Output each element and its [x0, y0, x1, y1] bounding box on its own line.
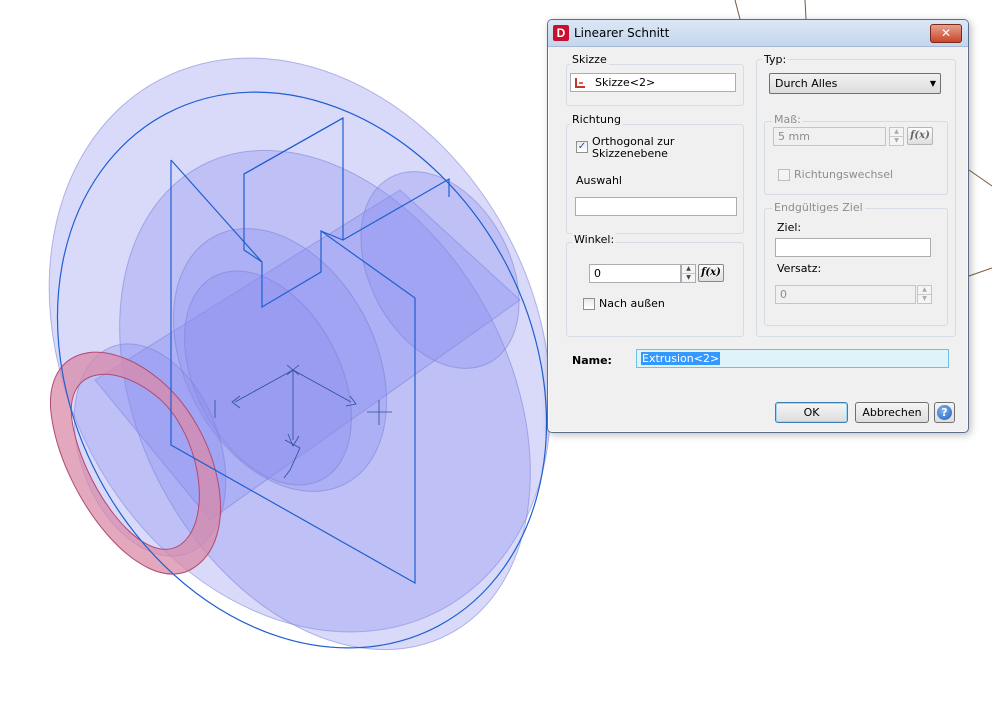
- nach-aussen-checkbox[interactable]: [583, 298, 595, 310]
- winkel-label: Winkel:: [572, 233, 617, 246]
- versatz-field[interactable]: 0: [775, 285, 916, 304]
- mass-label: Maß:: [772, 113, 803, 126]
- app-logo-icon: D: [553, 25, 569, 41]
- name-field[interactable]: Extrusion<2>: [636, 349, 949, 368]
- versatz-spinner[interactable]: ▲ ▼: [917, 285, 932, 304]
- typ-selected: Durch Alles: [775, 77, 838, 90]
- chevron-down-icon: ▼: [929, 79, 936, 88]
- versatz-label: Versatz:: [777, 262, 822, 275]
- linear-cut-dialog: D Linearer Schnitt ✕ Skizze Skizze<2> Ri…: [547, 19, 969, 433]
- richtung-label: Richtung: [570, 113, 623, 126]
- spin-up-icon[interactable]: ▲: [890, 128, 903, 137]
- mass-spinner[interactable]: ▲ ▼: [889, 127, 904, 146]
- winkel-field[interactable]: 0: [589, 264, 681, 283]
- richtungswechsel-label: Richtungswechsel: [794, 168, 894, 181]
- mass-field[interactable]: 5 mm: [773, 127, 886, 146]
- help-button[interactable]: ?: [934, 402, 955, 423]
- skizze-field[interactable]: Skizze<2>: [570, 73, 736, 92]
- ziel-group-label: Endgültiges Ziel: [772, 201, 865, 214]
- auswahl-field[interactable]: [575, 197, 737, 216]
- help-icon: ?: [937, 405, 952, 420]
- skizze-label: Skizze: [570, 53, 609, 66]
- name-label: Name:: [572, 354, 612, 367]
- winkel-spinner[interactable]: ▲ ▼: [681, 264, 696, 283]
- construction-line: [968, 169, 992, 187]
- mass-value: 5 mm: [778, 130, 810, 143]
- versatz-value: 0: [780, 288, 787, 301]
- spin-up-icon[interactable]: ▲: [918, 286, 931, 295]
- spin-down-icon[interactable]: ▼: [682, 274, 695, 282]
- name-value: Extrusion<2>: [641, 352, 721, 365]
- orthogonal-label-line2: Skizzenebene: [592, 147, 668, 160]
- close-button[interactable]: ✕: [930, 24, 962, 43]
- spin-up-icon[interactable]: ▲: [682, 265, 695, 274]
- ziel-field[interactable]: [775, 238, 931, 257]
- dialog-title: Linearer Schnitt: [574, 26, 670, 40]
- winkel-group: [566, 242, 744, 337]
- cancel-button[interactable]: Abbrechen: [855, 402, 929, 423]
- ziel-label: Ziel:: [777, 221, 802, 234]
- winkel-value: 0: [594, 267, 601, 280]
- auswahl-label: Auswahl: [576, 174, 622, 187]
- winkel-formula-button[interactable]: f(x): [698, 264, 724, 282]
- nach-aussen-label: Nach außen: [599, 297, 665, 310]
- construction-line: [734, 0, 741, 20]
- close-icon: ✕: [940, 26, 952, 40]
- spin-down-icon[interactable]: ▼: [890, 137, 903, 145]
- orthogonal-checkbox[interactable]: ✓: [576, 141, 588, 153]
- mass-formula-button[interactable]: f(x): [907, 127, 933, 145]
- construction-line: [804, 0, 807, 20]
- ok-button[interactable]: OK: [775, 402, 848, 423]
- spin-down-icon[interactable]: ▼: [918, 295, 931, 303]
- sketch-icon: [575, 78, 585, 88]
- skizze-value: Skizze<2>: [595, 76, 656, 89]
- typ-dropdown[interactable]: Durch Alles ▼: [769, 73, 941, 94]
- construction-line: [968, 267, 992, 277]
- dialog-titlebar[interactable]: D Linearer Schnitt ✕: [548, 20, 968, 47]
- typ-label: Typ:: [762, 53, 789, 66]
- richtungswechsel-checkbox[interactable]: [778, 169, 790, 181]
